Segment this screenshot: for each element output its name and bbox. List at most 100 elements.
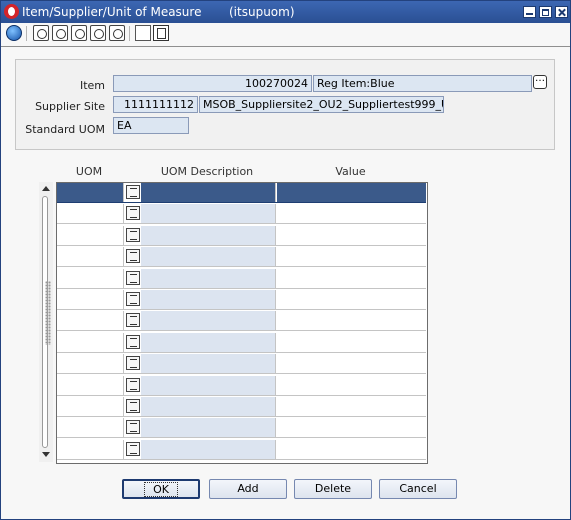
globe-icon[interactable] [6, 25, 22, 41]
resize-grip-icon [45, 281, 51, 345]
value-cell[interactable] [277, 269, 426, 288]
value-cell[interactable] [277, 418, 426, 437]
item-label: Item [79, 79, 105, 92]
table-row[interactable] [57, 354, 426, 375]
uom-cell[interactable] [57, 354, 124, 374]
maximize-icon[interactable] [539, 6, 552, 18]
column-header-uom: UOM [75, 165, 103, 178]
uom-description-cell [141, 311, 276, 331]
value-cell[interactable] [277, 354, 426, 373]
uom-cell[interactable] [57, 332, 124, 352]
value-cell[interactable] [277, 333, 426, 352]
edit-list-icon[interactable] [126, 377, 140, 392]
table-row[interactable] [57, 268, 426, 289]
edit-list-icon[interactable] [126, 441, 140, 456]
item-lov-icon[interactable] [533, 73, 547, 89]
edit-list-icon[interactable] [126, 292, 140, 306]
minimize-icon[interactable] [523, 6, 536, 18]
uom-cell[interactable] [57, 375, 124, 395]
uom-description-cell [141, 332, 276, 352]
table-row[interactable] [57, 204, 426, 225]
edit-list-icon[interactable] [126, 420, 140, 435]
uom-description-cell [141, 225, 276, 245]
table-row[interactable] [57, 183, 426, 203]
delete-button[interactable]: Delete [294, 479, 372, 499]
value-cell[interactable] [277, 440, 426, 459]
uom-cell[interactable] [57, 204, 124, 224]
uom-description-cell [141, 354, 276, 374]
edit-list-icon[interactable] [126, 399, 140, 413]
table-row[interactable] [57, 311, 426, 332]
window-title: Item/Supplier/Unit of Measure [22, 5, 202, 19]
value-cell[interactable] [277, 183, 426, 202]
uom-grid [56, 182, 428, 464]
uom-description-cell [141, 268, 276, 288]
check-icon[interactable] [33, 25, 49, 41]
column-header-value: Value [335, 165, 366, 178]
supplier-site-field[interactable]: 1111111112 [113, 96, 198, 113]
cancel-button[interactable]: Cancel [379, 479, 457, 499]
save-icon[interactable] [71, 25, 87, 41]
value-cell[interactable] [277, 290, 426, 309]
table-row[interactable] [57, 418, 426, 439]
uom-cell[interactable] [57, 183, 124, 202]
table-row[interactable] [57, 225, 426, 246]
add-button[interactable]: Add [209, 479, 287, 499]
standard-uom-label: Standard UOM [25, 123, 105, 136]
edit-list-icon[interactable] [126, 185, 140, 199]
uom-cell[interactable] [57, 439, 124, 459]
uom-description-cell [141, 247, 276, 267]
help-icon[interactable] [109, 25, 125, 41]
value-cell[interactable] [277, 226, 426, 245]
value-cell[interactable] [277, 376, 426, 395]
uom-cell[interactable] [57, 247, 124, 267]
edit-list-icon[interactable] [126, 334, 140, 349]
ok-button[interactable]: OK [122, 479, 200, 499]
toolbar-separator [26, 26, 27, 41]
edit-list-icon[interactable] [126, 270, 140, 285]
edit-list-icon[interactable] [126, 206, 140, 221]
scroll-down-icon[interactable] [41, 450, 51, 460]
table-row[interactable] [57, 439, 426, 460]
uom-cell[interactable] [57, 225, 124, 245]
table-row[interactable] [57, 332, 426, 353]
table-row[interactable] [57, 375, 426, 396]
value-cell[interactable] [277, 204, 426, 223]
toolbar [1, 23, 570, 45]
uom-description-cell [141, 375, 276, 395]
table-row[interactable] [57, 247, 426, 268]
uom-cell[interactable] [57, 418, 124, 438]
value-cell[interactable] [277, 311, 426, 330]
toolbar-separator [129, 26, 130, 41]
edit-list-icon[interactable] [126, 249, 140, 264]
supplier-site-description-field: MSOB_Suppliersite2_OU2_Suppliertest999_U… [199, 96, 444, 113]
uom-description-cell [141, 397, 276, 416]
document-icon[interactable] [153, 25, 169, 41]
uom-cell[interactable] [57, 268, 124, 288]
item-field[interactable]: 100270024 [113, 75, 312, 92]
value-cell[interactable] [277, 247, 426, 266]
find-icon[interactable] [52, 25, 68, 41]
title-bar[interactable]: Item/Supplier/Unit of Measure (itsupuom) [1, 1, 570, 23]
uom-description-cell [141, 439, 276, 459]
app-window: Item/Supplier/Unit of Measure (itsupuom)… [0, 0, 571, 520]
scroll-up-icon[interactable] [41, 184, 51, 194]
item-description-field: Reg Item:Blue [313, 75, 532, 92]
uom-description-cell [141, 418, 276, 438]
table-row[interactable] [57, 290, 426, 310]
window-code: (itsupuom) [229, 5, 295, 19]
edit-list-icon[interactable] [126, 227, 140, 242]
uom-description-cell [141, 183, 276, 202]
edit-list-icon[interactable] [126, 356, 140, 371]
uom-description-cell [141, 204, 276, 224]
value-cell[interactable] [277, 397, 426, 416]
print-icon[interactable] [90, 25, 106, 41]
uom-description-cell [141, 290, 276, 309]
uom-cell[interactable] [57, 311, 124, 331]
blank-icon[interactable] [135, 25, 151, 41]
close-icon[interactable] [555, 6, 568, 18]
edit-list-icon[interactable] [126, 313, 140, 328]
uom-cell[interactable] [57, 397, 124, 416]
uom-cell[interactable] [57, 290, 124, 309]
table-row[interactable] [57, 397, 426, 417]
